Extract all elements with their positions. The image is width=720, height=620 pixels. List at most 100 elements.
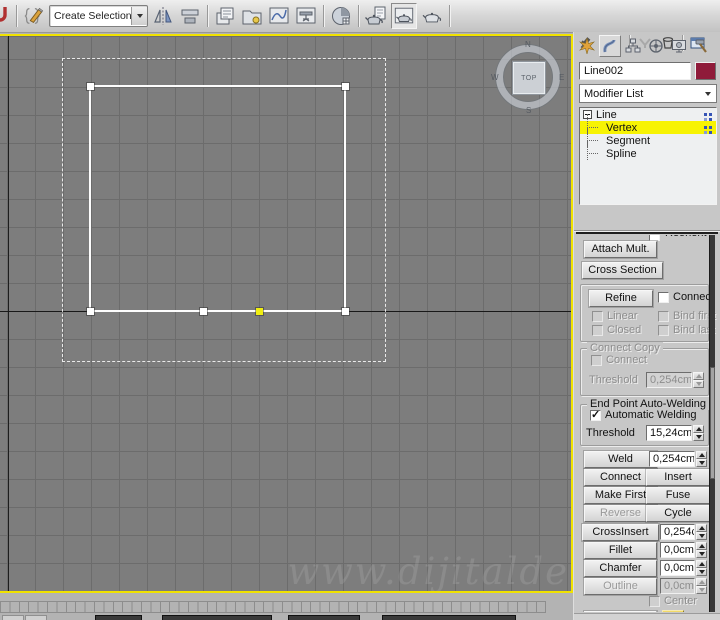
vertex-handle[interactable] <box>342 83 349 90</box>
geometry-rollout: Reorient Attach Mult. Cross Section Refi… <box>574 235 720 612</box>
scrollbar-thumb[interactable] <box>710 367 715 479</box>
stack-row-line[interactable]: Line <box>580 108 716 121</box>
threshold-label: Threshold <box>589 374 638 386</box>
selection-set-value: Create Selection Se <box>54 10 131 22</box>
modifier-list-dropdown[interactable]: Modifier List <box>579 84 717 103</box>
render-setup-icon[interactable] <box>364 4 388 28</box>
connect-copy-checkbox[interactable] <box>591 355 602 366</box>
tab-modify[interactable] <box>599 35 621 57</box>
track-bar[interactable] <box>0 601 546 613</box>
modifier-stack: Line Vertex Segment Spline <box>579 107 717 205</box>
fuse-button[interactable]: Fuse <box>646 487 710 504</box>
spinner[interactable] <box>696 560 707 576</box>
curve-editor-icon[interactable] <box>267 4 291 28</box>
snap-magnet-icon[interactable] <box>0 4 11 28</box>
render-production-icon[interactable] <box>420 4 444 28</box>
vertex-handle-selected[interactable] <box>256 308 263 315</box>
outline-button[interactable]: Outline <box>584 578 657 595</box>
automatic-welding-label: Automatic Welding <box>605 409 697 421</box>
object-name-field[interactable]: Line002 <box>579 62 691 80</box>
spinner[interactable] <box>693 425 704 441</box>
vertex-handle[interactable] <box>87 308 94 315</box>
chamfer-button[interactable]: Chamfer <box>584 560 657 577</box>
vertex-handle[interactable] <box>87 83 94 90</box>
automatic-welding-checkbox[interactable] <box>590 408 601 421</box>
spinner[interactable] <box>696 578 707 594</box>
rollout-top-edge <box>576 232 718 234</box>
closed-label: Closed <box>607 324 642 336</box>
tab-motion[interactable] <box>645 35 667 57</box>
tab-display[interactable] <box>668 35 690 57</box>
linear-checkbox[interactable] <box>592 311 603 322</box>
boolean-button[interactable] <box>584 611 657 612</box>
align-icon[interactable] <box>178 4 202 28</box>
cycle-button[interactable]: Cycle <box>646 505 710 522</box>
compass-north: N <box>525 40 531 49</box>
spinner[interactable] <box>696 451 707 467</box>
tab-utilities[interactable] <box>691 35 713 57</box>
spinner[interactable] <box>696 524 707 540</box>
stack-row-segment[interactable]: Segment <box>580 127 716 147</box>
viewcube[interactable]: N W E S TOP <box>491 40 564 115</box>
chamfer-value-field[interactable]: 0,0cm <box>660 560 695 576</box>
weld-threshold-field[interactable]: 15,24cm <box>646 425 692 441</box>
schematic-view-icon[interactable] <box>294 4 318 28</box>
watermark-text: www.dijitalde <box>287 550 569 591</box>
viewport-top[interactable]: N W E S TOP www.dijitalde <box>0 34 573 593</box>
status-field <box>288 615 360 620</box>
connect-copy-title: Connect Copy <box>587 342 663 354</box>
vertex-handle[interactable] <box>342 308 349 315</box>
status-button[interactable] <box>2 615 24 620</box>
toolbar-separator <box>358 5 359 27</box>
object-color-swatch[interactable] <box>695 62 716 80</box>
attach-mult-button[interactable]: Attach Mult. <box>584 241 657 258</box>
selection-set-dropdown-button[interactable] <box>131 7 147 25</box>
vertex-handle[interactable] <box>200 308 207 315</box>
outline-value-field[interactable]: 0,0cm <box>660 578 695 594</box>
stack-item-label: Spline <box>606 147 637 160</box>
bind-first-checkbox[interactable] <box>658 311 669 322</box>
modifier-list-label: Modifier List <box>584 87 644 100</box>
cross-section-button[interactable]: Cross Section <box>582 262 663 279</box>
weld-value-field[interactable]: 0,254cm <box>649 451 695 467</box>
weld-button[interactable]: Weld <box>584 451 657 468</box>
fillet-value-field[interactable]: 0,0cm <box>660 542 695 558</box>
connect-checkbox[interactable] <box>658 292 669 303</box>
named-selection-sets-icon[interactable] <box>22 4 46 28</box>
stack-root-label: Line <box>596 108 617 121</box>
cross-insert-button[interactable]: CrossInsert <box>582 524 659 541</box>
scene-explorer-icon[interactable] <box>240 4 264 28</box>
closed-checkbox[interactable] <box>592 325 603 336</box>
reorient-label: Reorient <box>665 235 707 239</box>
spinner[interactable] <box>693 372 704 388</box>
mirror-icon[interactable] <box>151 4 175 28</box>
spline-shape[interactable] <box>89 85 346 312</box>
selection-set-combo[interactable]: Create Selection Se <box>49 5 148 27</box>
status-field <box>95 615 142 620</box>
bind-last-checkbox[interactable] <box>658 325 669 336</box>
toolbar-separator <box>323 5 324 27</box>
layer-manager-icon[interactable] <box>213 4 237 28</box>
stack-row-vertex[interactable]: Vertex <box>580 114 716 134</box>
stack-item-label: Segment <box>606 134 651 147</box>
connect-copy-label: Connect <box>606 354 647 366</box>
rendered-frame-window-icon[interactable] <box>391 3 417 29</box>
cross-insert-value-field[interactable]: 0,254cm <box>660 524 695 540</box>
spinner[interactable] <box>696 542 707 558</box>
viewport-canvas[interactable]: N W E S TOP www.dijitalde <box>0 36 571 591</box>
center-checkbox[interactable] <box>649 596 660 607</box>
tab-hierarchy[interactable] <box>622 35 644 57</box>
tree-branch <box>586 140 602 160</box>
viewcube-top-face[interactable]: TOP <box>513 62 545 94</box>
rollout-scrollbar[interactable] <box>709 235 715 612</box>
toolbar-separator <box>207 5 208 27</box>
status-button[interactable] <box>25 615 47 620</box>
tab-create[interactable] <box>576 35 598 57</box>
insert-button[interactable]: Insert <box>646 469 710 486</box>
stack-row-spline[interactable]: Spline <box>580 140 716 160</box>
connect-copy-threshold-field[interactable]: 0,254cm <box>646 372 692 388</box>
boolean-union-radio[interactable] <box>662 610 684 612</box>
fillet-button[interactable]: Fillet <box>584 542 657 559</box>
refine-button[interactable]: Refine <box>589 290 653 307</box>
material-editor-icon[interactable] <box>329 4 353 28</box>
